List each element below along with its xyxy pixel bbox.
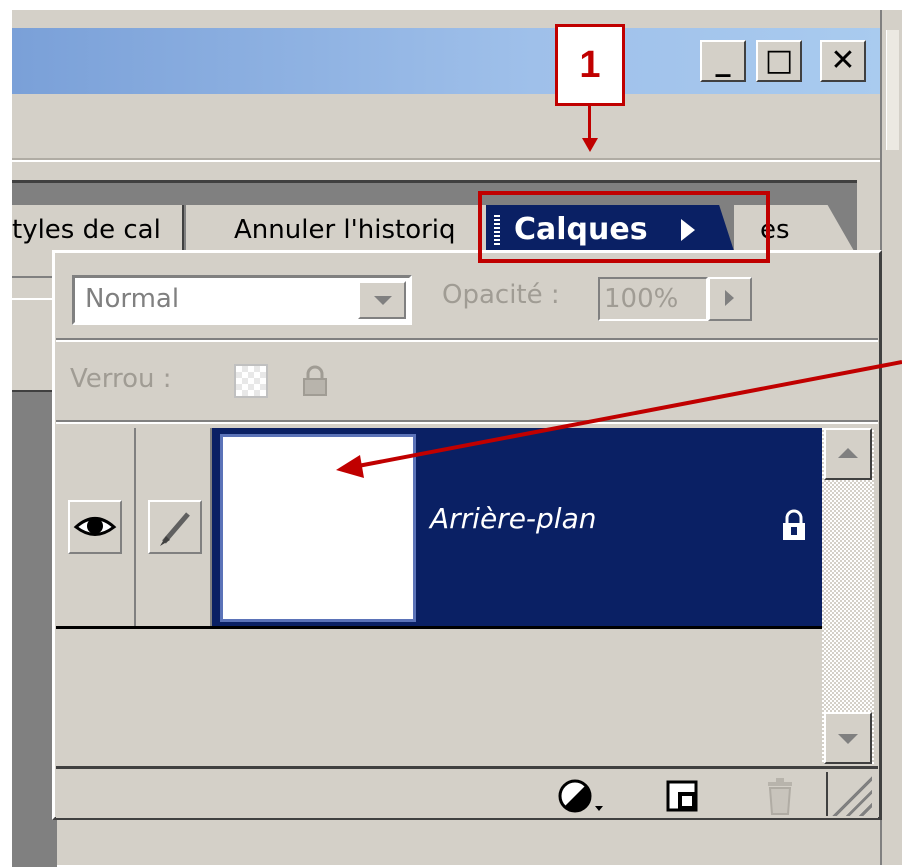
blend-mode-select[interactable]: Normal <box>72 275 412 325</box>
opacity-label: Opacité : <box>442 280 560 310</box>
separator <box>56 338 878 342</box>
row-divider <box>56 626 822 629</box>
visibility-cell <box>56 428 136 628</box>
resize-grip[interactable] <box>826 772 872 816</box>
arrow-down-icon <box>582 138 598 152</box>
close-button[interactable]: ✕ <box>820 40 866 82</box>
lock-icon <box>783 509 805 540</box>
paint-cell <box>136 428 212 628</box>
scroll-down-button[interactable] <box>824 712 872 764</box>
opacity-field[interactable]: 100% <box>598 277 708 321</box>
tab-history[interactable]: Annuler l'historiq <box>186 205 486 251</box>
dropdown-button[interactable] <box>358 281 406 319</box>
layer-thumbnail[interactable] <box>220 434 416 622</box>
opacity-slider-button[interactable] <box>708 277 752 321</box>
eye-icon[interactable] <box>68 500 122 554</box>
right-window-edge <box>880 10 902 865</box>
panel-toolbar <box>56 766 878 818</box>
lock-label: Verrou : <box>70 364 172 394</box>
tab-layer-styles[interactable]: tyles de cal <box>12 205 184 251</box>
arrow-down-icon <box>838 734 858 744</box>
half-circle-icon[interactable] <box>555 776 605 816</box>
tab-highlight-box <box>478 191 770 263</box>
step-number-callout: 1 <box>555 24 625 106</box>
brush-icon[interactable] <box>148 500 202 554</box>
chevron-down-icon <box>374 296 392 305</box>
maximize-button[interactable]: □ <box>756 40 802 82</box>
trash-icon[interactable] <box>762 776 798 816</box>
minimize-button[interactable]: _ <box>700 40 746 82</box>
chevron-right-icon <box>725 290 734 306</box>
background-area <box>12 250 57 867</box>
arrow-up-icon <box>838 448 858 458</box>
new-layer-icon[interactable] <box>664 778 700 814</box>
layer-name[interactable]: Arrière-plan <box>430 502 596 535</box>
checkerboard-icon[interactable] <box>234 364 268 398</box>
scroll-up-button[interactable] <box>824 428 872 480</box>
menu-separator <box>12 158 880 162</box>
lock-icon[interactable] <box>298 364 332 398</box>
blend-mode-value: Normal <box>85 284 180 314</box>
callout-arrow <box>588 106 591 142</box>
title-bar[interactable] <box>12 28 880 94</box>
